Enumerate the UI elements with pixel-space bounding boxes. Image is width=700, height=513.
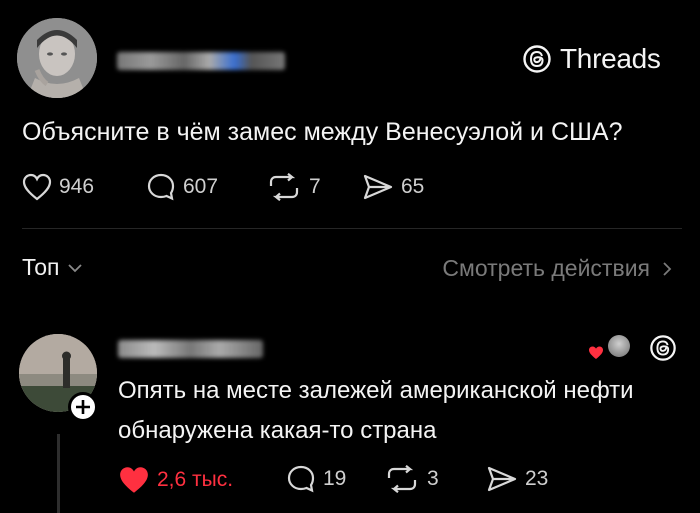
reply-author-name-blurred[interactable]: [118, 340, 263, 358]
reply-share-button[interactable]: 23: [486, 465, 548, 493]
plus-icon: [76, 400, 90, 414]
avatar-portrait: [17, 18, 97, 98]
post-author-avatar[interactable]: [17, 18, 97, 98]
post-repost-button[interactable]: 7: [266, 173, 321, 201]
post-share-button[interactable]: 65: [362, 173, 424, 201]
sort-dropdown[interactable]: Топ: [22, 254, 82, 281]
liked-by-author-heart-icon: [589, 346, 603, 359]
repost-icon: [269, 173, 299, 201]
reply-like-count: 2,6 тыс.: [157, 468, 234, 491]
chevron-down-icon: [67, 263, 82, 272]
view-activity-link[interactable]: Смотреть действия: [442, 255, 672, 282]
liked-by-author-avatar: [608, 335, 630, 357]
post-comment-count: 607: [183, 175, 219, 198]
sort-label: Топ: [22, 254, 60, 280]
heart-filled-icon: [120, 467, 148, 493]
reply-share-count: 23: [525, 467, 549, 490]
post-author-name-blurred[interactable]: [117, 52, 285, 70]
reply-comment-count: 19: [323, 467, 347, 490]
heart-icon: [22, 173, 52, 201]
reply-text: Опять на месте залежей американской нефт…: [118, 377, 634, 444]
threads-logo-icon[interactable]: [649, 334, 677, 362]
threads-brand-label: Threads: [560, 43, 661, 74]
view-activity-label: Смотреть действия: [442, 255, 650, 281]
share-icon: [363, 174, 393, 200]
post-comment-button[interactable]: 607: [146, 173, 218, 201]
post-like-button[interactable]: 946: [22, 173, 94, 201]
comment-icon: [287, 465, 315, 493]
post-text: Объясните в чём замес между Венесуэлой и…: [22, 118, 623, 146]
reply-repost-count: 3: [427, 467, 439, 490]
reply-repost-button[interactable]: 3: [384, 465, 439, 493]
post-like-count: 946: [59, 175, 95, 198]
post-repost-count: 7: [309, 175, 321, 198]
follow-plus-button[interactable]: [68, 392, 98, 422]
divider: [22, 228, 682, 229]
chevron-right-icon: [663, 261, 672, 276]
repost-icon: [387, 465, 417, 493]
reply-comment-button[interactable]: 19: [286, 465, 346, 493]
thread-line: [57, 434, 60, 513]
threads-logo-icon: [523, 45, 551, 73]
share-icon: [487, 466, 517, 492]
threads-brand: Threads: [522, 42, 661, 76]
comment-icon: [147, 173, 175, 201]
post-share-count: 65: [401, 175, 425, 198]
reply-like-button[interactable]: 2,6 тыс.: [118, 465, 233, 495]
